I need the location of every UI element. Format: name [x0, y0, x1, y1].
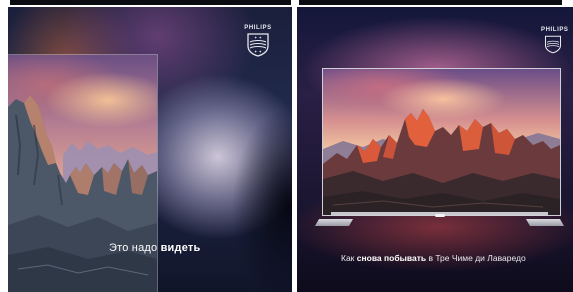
ad-collage: PHILIPS ✦ ✦ ✦ ✦ Это надо видеть PHILIPS [0, 0, 573, 292]
mountain-photo [8, 54, 158, 292]
ad-caption: Как снова побывать в Тре Чиме ди Лаваред… [341, 253, 526, 263]
philips-shield-icon [544, 35, 562, 54]
philips-logo: PHILIPS ✦ ✦ ✦ ✦ [243, 24, 273, 57]
caption-text-end: в Тре Чиме ди Лаваредо [426, 253, 526, 263]
philips-logo: PHILIPS [541, 26, 569, 54]
tv-mountain-graphic [323, 109, 560, 215]
ad-banner-right[interactable]: PHILIPS Как снова побывать в Тре Чиме ди… [297, 7, 573, 292]
caption-emphasis: видеть [160, 242, 201, 254]
ad-caption: Это надо видеть [109, 242, 200, 254]
philips-shield-icon: ✦ ✦ ✦ ✦ [247, 33, 269, 57]
tv-brand-mark [435, 214, 445, 217]
caption-emphasis: снова побывать [356, 253, 427, 263]
caption-text: Это надо [109, 242, 161, 254]
tv-foot-left [314, 219, 354, 226]
tv-foot-right [525, 219, 565, 226]
brand-name: PHILIPS [244, 25, 272, 31]
tv-screen [322, 68, 561, 216]
brand-name: PHILIPS [541, 27, 569, 33]
top-edge-strip [10, 0, 291, 5]
mountain-peaks-graphic [8, 95, 157, 292]
svg-text:✦ ✦: ✦ ✦ [254, 49, 263, 54]
tv-stand [314, 212, 565, 226]
svg-text:✦ ✦: ✦ ✦ [254, 35, 263, 40]
caption-text-start: Как [341, 253, 357, 263]
ad-banner-left[interactable]: PHILIPS ✦ ✦ ✦ ✦ Это надо видеть [8, 7, 292, 292]
top-edge-strip [299, 0, 562, 5]
